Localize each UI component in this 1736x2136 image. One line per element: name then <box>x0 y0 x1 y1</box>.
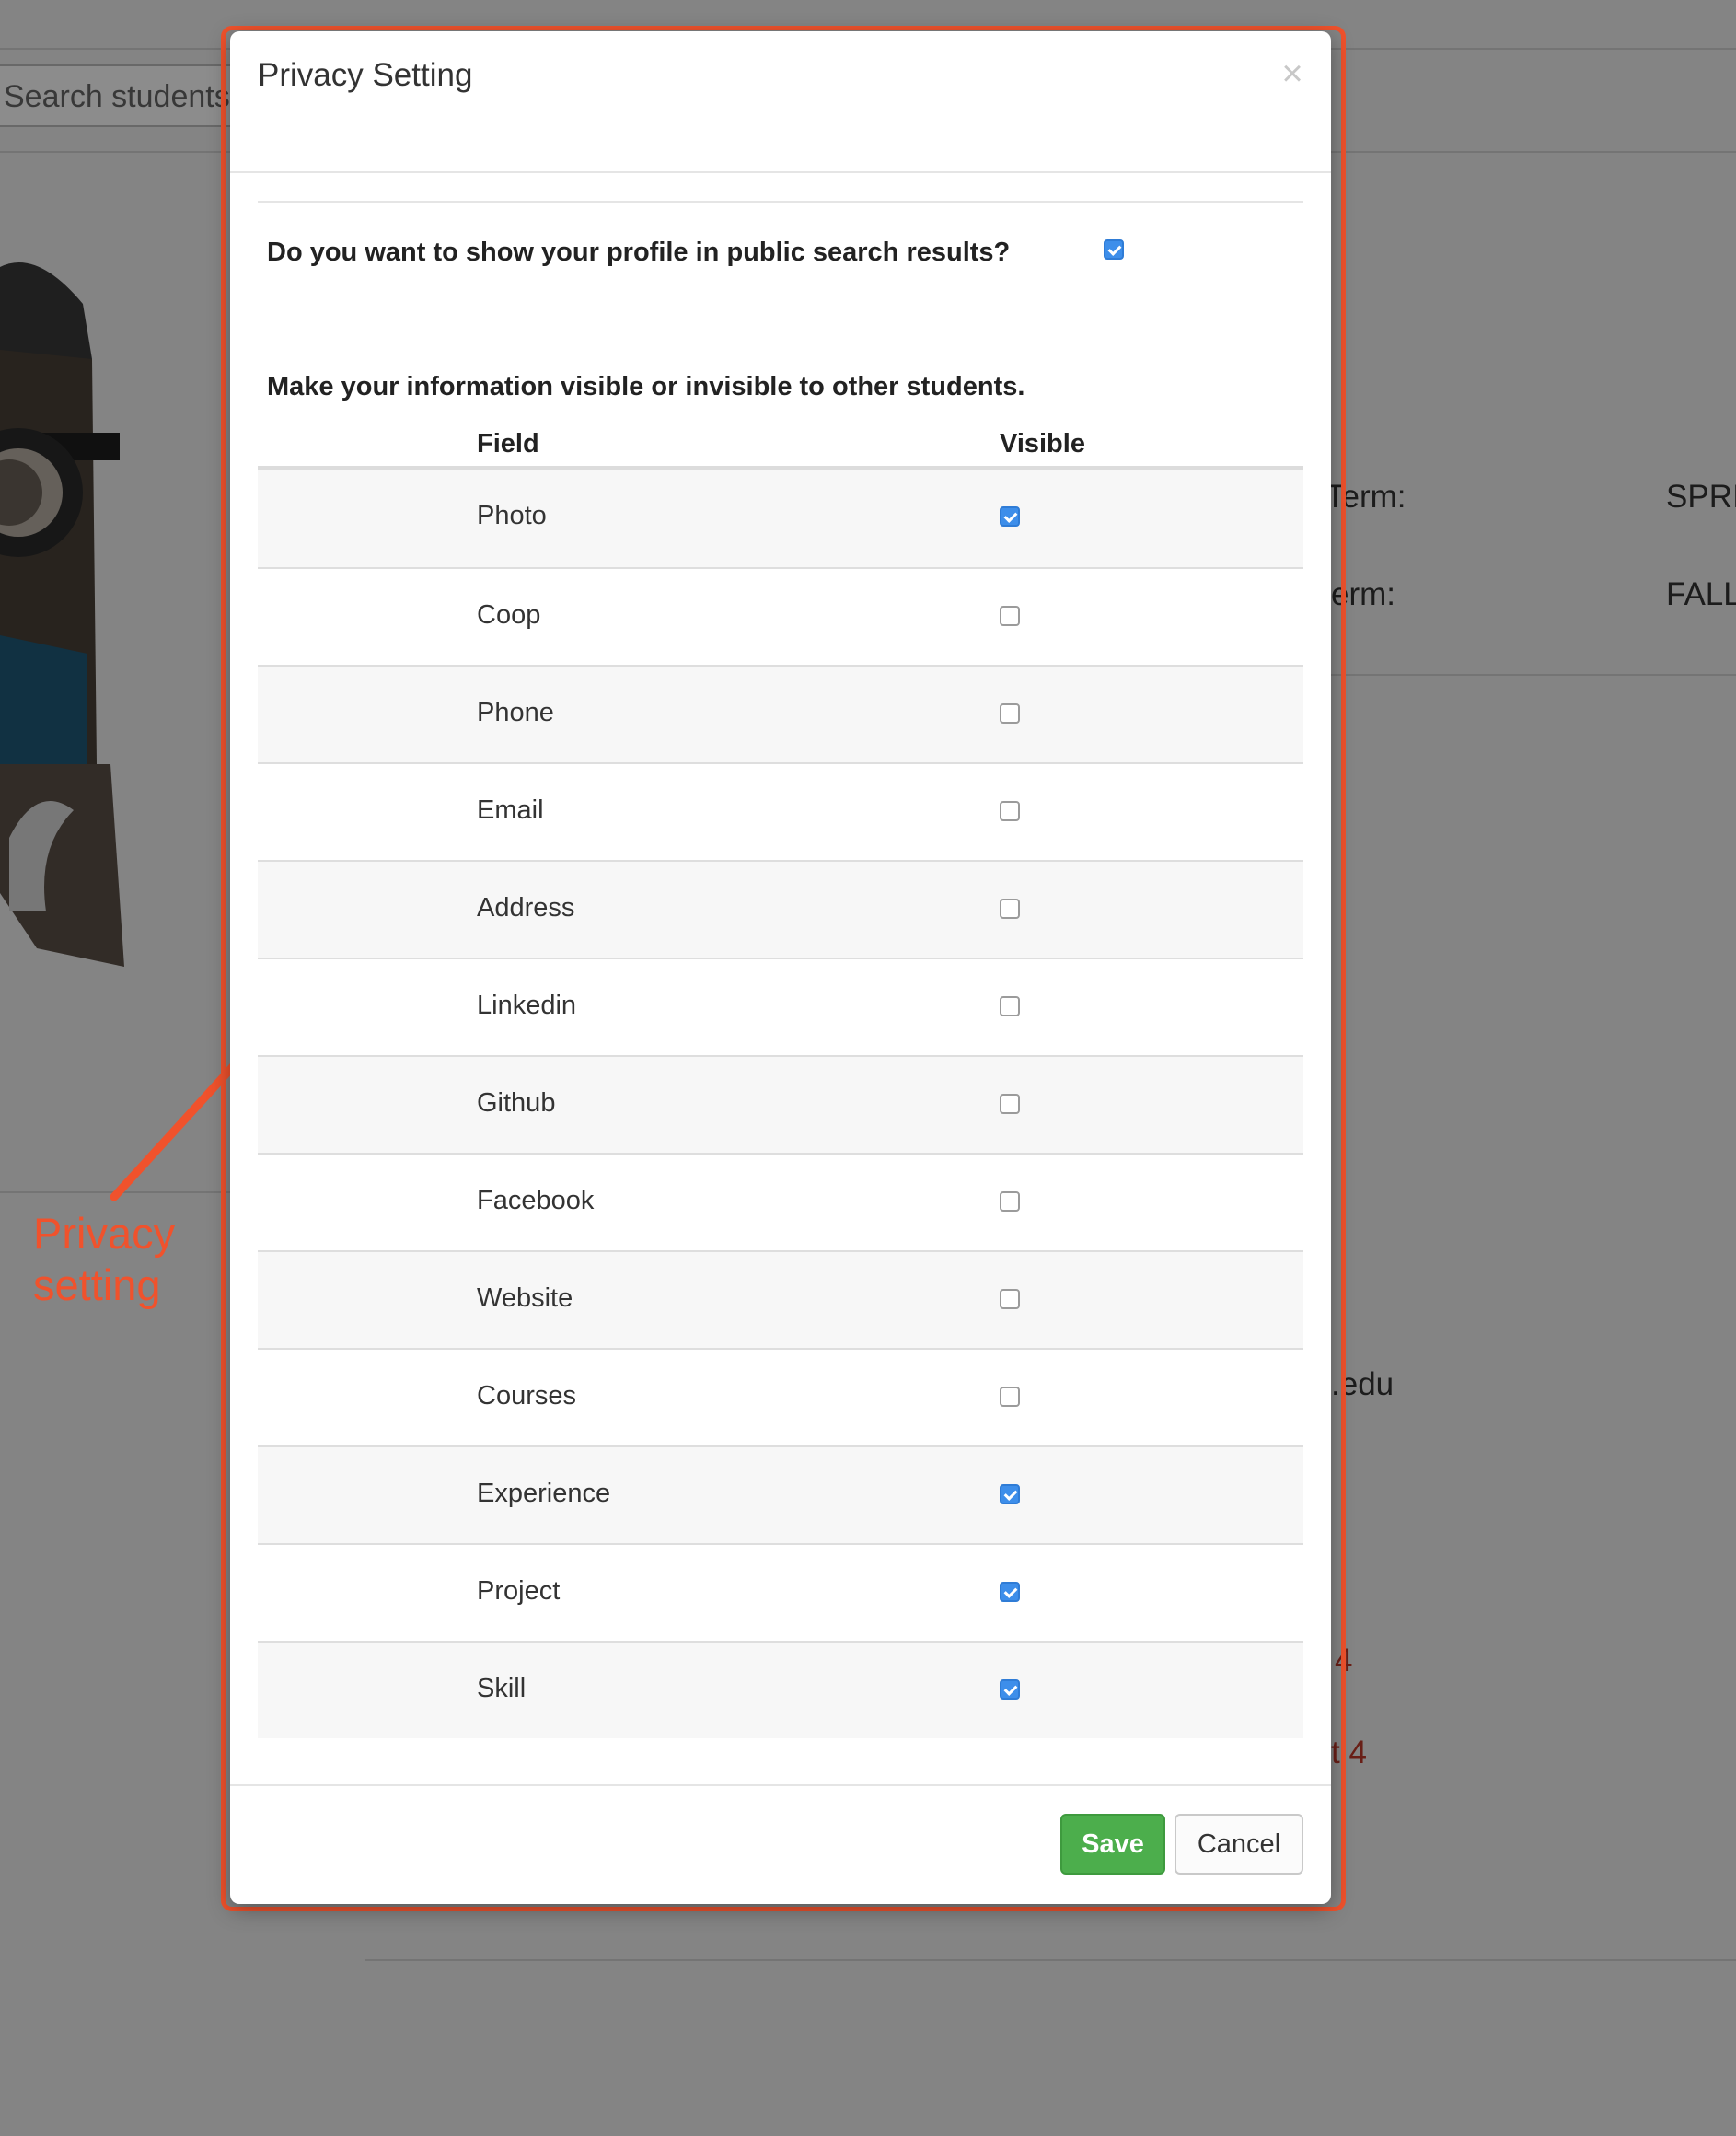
visible-checkbox-photo[interactable] <box>1000 506 1020 527</box>
table-row: Skill <box>258 1641 1303 1738</box>
modal-footer: Save Cancel <box>230 1784 1331 1906</box>
annotation-label: Privacy setting <box>33 1208 236 1311</box>
annotation-label-line2: setting <box>33 1260 161 1309</box>
visible-checkbox-wrap <box>1000 899 1020 919</box>
field-label: Project <box>477 1576 561 1606</box>
column-header-field: Field <box>477 429 539 459</box>
visible-checkbox-coop[interactable] <box>1000 606 1020 626</box>
visible-checkbox-wrap <box>1000 606 1020 626</box>
field-label: Address <box>477 893 575 923</box>
field-label: Coop <box>477 600 541 630</box>
field-label: Facebook <box>477 1186 595 1215</box>
save-button[interactable]: Save <box>1060 1814 1165 1875</box>
visible-checkbox-wrap <box>1000 506 1020 527</box>
visible-checkbox-wrap <box>1000 1191 1020 1212</box>
visible-checkbox-wrap <box>1000 703 1020 724</box>
visible-checkbox-wrap <box>1000 1582 1020 1602</box>
visible-checkbox-wrap <box>1000 801 1020 821</box>
visible-checkbox-address[interactable] <box>1000 899 1020 919</box>
visible-checkbox-website[interactable] <box>1000 1289 1020 1309</box>
table-body: Photo Coop Phone Email Address Linkedin Github… <box>258 470 1303 1738</box>
field-label: Email <box>477 795 544 825</box>
field-label: Skill <box>477 1674 527 1703</box>
table-row: Phone <box>258 665 1303 762</box>
column-header-visible: Visible <box>1000 429 1085 459</box>
table-row: Website <box>258 1250 1303 1348</box>
table-row: Coop <box>258 567 1303 665</box>
visibility-instruction: Make your information visible or invisib… <box>267 372 1025 401</box>
table-row: Courses <box>258 1348 1303 1445</box>
annotation-label-line1: Privacy <box>33 1209 176 1258</box>
public-search-question: Do you want to show your profile in publ… <box>267 238 1011 267</box>
table-row: Photo <box>258 470 1303 567</box>
table-row: Github <box>258 1055 1303 1153</box>
close-icon[interactable]: × <box>1274 55 1311 92</box>
visible-checkbox-skill[interactable] <box>1000 1679 1020 1700</box>
visible-checkbox-email[interactable] <box>1000 801 1020 821</box>
visible-checkbox-courses[interactable] <box>1000 1387 1020 1407</box>
table-row: Linkedin <box>258 958 1303 1055</box>
privacy-setting-modal: Privacy Setting × Do you want to show yo… <box>230 31 1331 1904</box>
visible-checkbox-experience[interactable] <box>1000 1484 1020 1504</box>
table-header: Field Visible <box>258 420 1303 470</box>
field-label: Github <box>477 1088 556 1118</box>
visible-checkbox-project[interactable] <box>1000 1582 1020 1602</box>
field-label: Experience <box>477 1479 611 1508</box>
visible-checkbox-wrap <box>1000 1094 1020 1114</box>
table-row: Facebook <box>258 1153 1303 1250</box>
visible-checkbox-github[interactable] <box>1000 1094 1020 1114</box>
field-label: Photo <box>477 501 547 530</box>
visible-checkbox-linkedin[interactable] <box>1000 996 1020 1016</box>
modal-header: Privacy Setting × <box>230 31 1331 173</box>
visible-checkbox-wrap <box>1000 1289 1020 1309</box>
public-search-row: Do you want to show your profile in publ… <box>258 203 1303 298</box>
visible-checkbox-wrap <box>1000 1387 1020 1407</box>
public-search-checkbox-wrap <box>1104 239 1124 260</box>
modal-body: Do you want to show your profile in publ… <box>258 201 1303 1738</box>
field-label: Courses <box>477 1381 576 1410</box>
cancel-button[interactable]: Cancel <box>1175 1814 1303 1875</box>
table-row: Project <box>258 1543 1303 1641</box>
visible-checkbox-wrap <box>1000 1679 1020 1700</box>
visible-checkbox-wrap <box>1000 1484 1020 1504</box>
visible-checkbox-phone[interactable] <box>1000 703 1020 724</box>
visible-checkbox-facebook[interactable] <box>1000 1191 1020 1212</box>
visibility-table: Field Visible Photo Coop Phone Email Address… <box>258 420 1303 1738</box>
table-row: Experience <box>258 1445 1303 1543</box>
modal-title: Privacy Setting <box>258 57 473 93</box>
field-label: Website <box>477 1283 573 1313</box>
public-search-checkbox[interactable] <box>1104 239 1124 260</box>
table-row: Email <box>258 762 1303 860</box>
table-row: Address <box>258 860 1303 958</box>
field-label: Phone <box>477 698 554 727</box>
field-label: Linkedin <box>477 991 577 1020</box>
visible-checkbox-wrap <box>1000 996 1020 1016</box>
